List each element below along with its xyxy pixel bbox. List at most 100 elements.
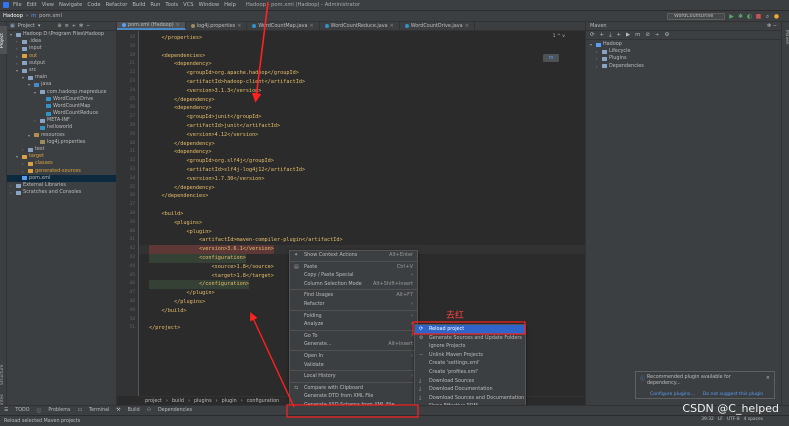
wrench-icon[interactable]: ⚙	[664, 32, 669, 38]
tree-item[interactable]: › test	[7, 146, 116, 153]
chevron-right-icon[interactable]: ›	[34, 117, 38, 124]
close-icon[interactable]: ×	[310, 23, 314, 29]
chevron-right-icon[interactable]: ›	[16, 60, 20, 67]
menu-item[interactable]: Go To ›	[290, 332, 417, 341]
tree-item[interactable]: ▾ main	[7, 74, 116, 81]
menu-item[interactable]: ▤ Paste Ctrl+V	[290, 263, 417, 272]
nav-file[interactable]: pom.xml	[39, 13, 62, 19]
chevron-down-icon[interactable]: ▾	[16, 153, 20, 160]
tree-item[interactable]: pom.xml	[7, 174, 116, 182]
maven-settings-icon[interactable]: ✻ −	[767, 23, 777, 29]
menu-window[interactable]: Window	[199, 2, 219, 8]
collapse-icon[interactable]: ≡	[65, 23, 69, 29]
breadcrumb-item[interactable]: project	[145, 398, 162, 404]
maven-tree-item[interactable]: ▾ Hadoop	[586, 41, 781, 48]
update-icon[interactable]: ●	[773, 13, 780, 20]
configure-plugins-link[interactable]: Configure plugins...	[650, 392, 695, 397]
structure-tool-tab[interactable]: Structure	[0, 362, 7, 388]
close-icon[interactable]: ×	[766, 375, 770, 381]
toggle-offline-icon[interactable]: ⊘	[645, 32, 650, 38]
tab-3[interactable]: WordCountReduce.java ×	[320, 22, 400, 30]
maven-tree-item[interactable]: › Lifecycle	[586, 48, 781, 55]
bottom-tool-todo[interactable]: TODO	[15, 408, 29, 413]
gear-icon[interactable]: ✻	[79, 23, 83, 29]
menu-view[interactable]: View	[42, 2, 54, 8]
menu-item[interactable]: Generate... Alt+Insert	[290, 340, 417, 349]
menu-item[interactable]: Folding ›	[290, 312, 417, 321]
menu-item[interactable]: Open In ›	[290, 352, 417, 361]
bottom-tool-problems[interactable]: Problems	[48, 408, 70, 413]
chevron-right-icon[interactable]: ›	[596, 63, 600, 70]
menu-edit[interactable]: Edit	[27, 2, 37, 8]
tree-item[interactable]: ▾ Hadoop D:\Program Files\Hadoop	[7, 31, 116, 38]
menu-item[interactable]: Ignore Projects	[415, 342, 525, 351]
sort-icon[interactable]: ÷	[72, 23, 76, 29]
chevron-right-icon[interactable]: ›	[22, 146, 26, 153]
tree-item[interactable]: WordCountMap	[7, 103, 116, 110]
tree-item[interactable]: helloworld	[7, 124, 116, 131]
chevron-down-icon[interactable]: ▾	[34, 89, 38, 96]
breadcrumb-item[interactable]: plugins	[194, 398, 212, 404]
status-item[interactable]: 39:32	[701, 417, 714, 422]
menu-code[interactable]: Code	[87, 2, 100, 8]
menu-navigate[interactable]: Navigate	[59, 2, 82, 8]
tree-item[interactable]: WordCountDrive	[7, 96, 116, 103]
maven-reload-icon[interactable]: m	[543, 54, 559, 62]
menu-item[interactable]: Validate	[290, 361, 417, 370]
execute-icon[interactable]: m	[635, 32, 640, 38]
chevron-down-icon[interactable]: ▾	[28, 132, 32, 139]
run-config-select[interactable]: WordCountDrive	[667, 13, 725, 20]
chevron-down-icon[interactable]: ▾	[38, 23, 41, 29]
tab-1[interactable]: log4j.properties ×	[186, 22, 248, 30]
warning-counter[interactable]: 1 ^ v	[553, 34, 565, 39]
close-icon[interactable]: ×	[176, 22, 180, 28]
skip-tests-icon[interactable]: ÷	[655, 32, 660, 38]
tree-item[interactable]: › generated-sources	[7, 168, 116, 175]
tree-item[interactable]: › input	[7, 45, 116, 52]
menu-item[interactable]: Copy / Paste Special ›	[290, 271, 417, 280]
bottom-tool-build[interactable]: Build	[128, 408, 140, 413]
menu-item[interactable]: Create 'profiles.xml'	[415, 368, 525, 377]
close-icon[interactable]: ×	[390, 23, 394, 29]
status-item[interactable]: LF	[718, 417, 723, 422]
maven-tree-item[interactable]: › Dependencies	[586, 63, 781, 70]
menu-item[interactable]: ⤓ Download Sources and Documentation	[415, 394, 525, 403]
plus-icon[interactable]: +	[616, 32, 621, 38]
menu-item[interactable]: ✦ Show Context Actions Alt+Enter	[290, 251, 417, 260]
project-tool-tab[interactable]: Project	[0, 26, 7, 54]
tree-item[interactable]: ▾ src	[7, 67, 116, 74]
reload-all-icon[interactable]: ⟳	[590, 32, 595, 38]
locate-icon[interactable]: ⊕	[57, 23, 61, 29]
download-icon[interactable]: ⤓	[609, 32, 611, 39]
run-goal-icon[interactable]: ▶	[626, 32, 630, 38]
menu-item[interactable]: ⤓ Download Documentation	[415, 385, 525, 394]
menu-item[interactable]: ⤓ Download Sources	[415, 377, 525, 386]
chevron-down-icon[interactable]: ▾	[28, 81, 32, 88]
chevron-down-icon[interactable]: ▾	[590, 41, 594, 48]
hide-icon[interactable]: −	[86, 23, 90, 29]
maven-tree-item[interactable]: › Plugins	[586, 55, 781, 62]
close-icon[interactable]: ×	[237, 23, 241, 29]
tab-0[interactable]: pom.xml (Hadoop) ×	[117, 22, 186, 30]
tree-item[interactable]: ▾ com.hadoop.mapreduce	[7, 89, 116, 96]
breadcrumb-item[interactable]: configuration	[247, 398, 279, 404]
menu-item[interactable]: Refactor ›	[290, 300, 417, 309]
menu-item[interactable]: Local History ›	[290, 372, 417, 381]
tree-item[interactable]: WordCountReduce	[7, 110, 116, 117]
menu-item[interactable]: Column Selection Mode Alt+Shift+Insert	[290, 280, 417, 289]
menu-item[interactable]: − Unlink Maven Projects	[415, 351, 525, 360]
status-item[interactable]: 4 spaces	[744, 417, 763, 422]
close-icon[interactable]: ×	[465, 23, 469, 29]
coverage-icon[interactable]: ◐	[746, 13, 753, 20]
menu-item[interactable]: ⟳ Reload project	[415, 325, 525, 334]
tab-4[interactable]: WordCountDrive.java ×	[400, 22, 475, 30]
tree-item[interactable]: › Scratches and Consoles	[7, 189, 116, 196]
chevron-down-icon[interactable]: ▾	[10, 31, 14, 38]
tree-item[interactable]: › output	[7, 60, 116, 67]
do-not-suggest-link[interactable]: Do not suggest this plugin	[703, 392, 763, 397]
tree-item[interactable]: ▾ resources	[7, 132, 116, 139]
chevron-right-icon[interactable]: ›	[16, 38, 20, 45]
tree-item[interactable]: › .idea	[7, 38, 116, 45]
tree-item[interactable]: ▾ target	[7, 153, 116, 160]
chevron-right-icon[interactable]: ›	[16, 45, 20, 52]
